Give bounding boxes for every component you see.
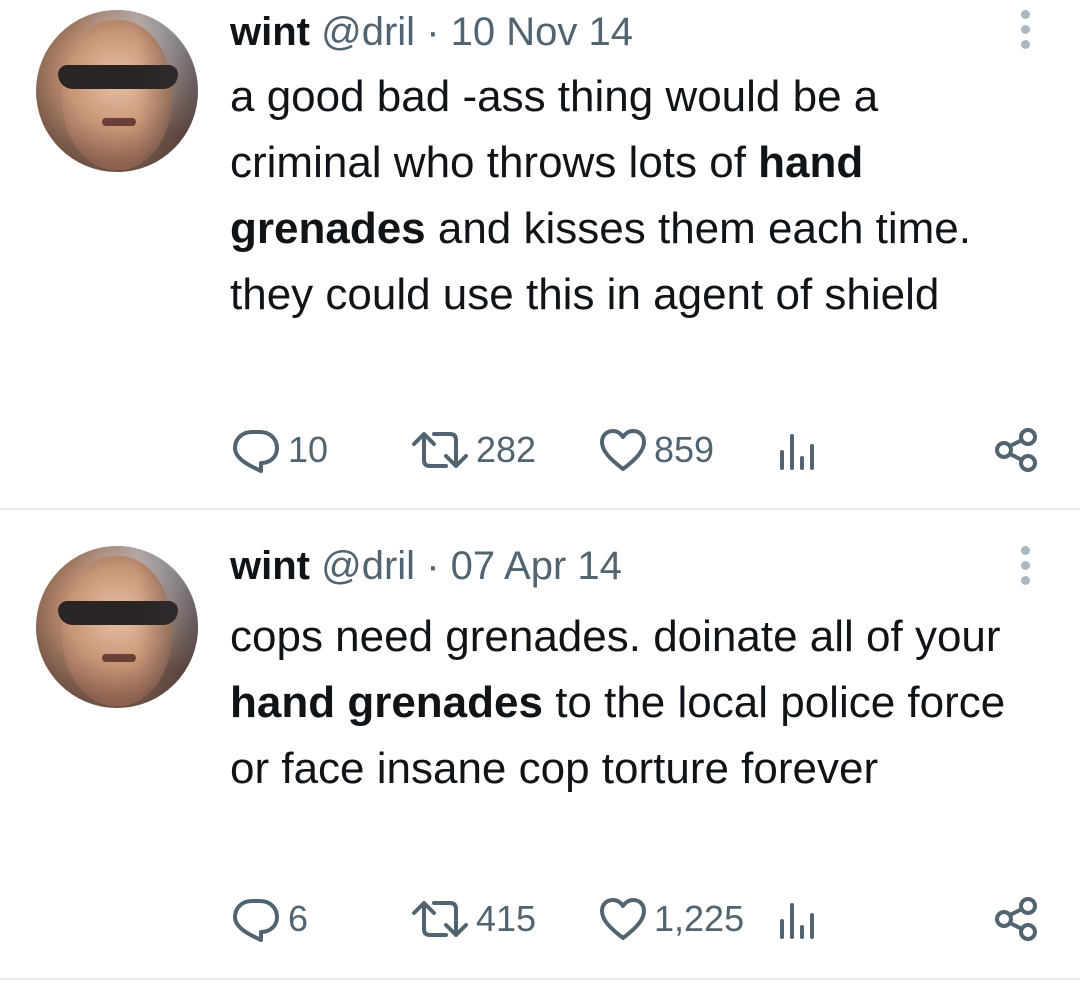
separator: · (426, 544, 440, 588)
tweet-actions: 10 282 859 (230, 425, 1040, 475)
tweet-header: wint @dril · 07 Apr 14 (230, 542, 622, 590)
share-button[interactable] (994, 425, 1040, 475)
retweet-button[interactable]: 282 (410, 425, 536, 475)
author-handle[interactable]: @dril (321, 10, 415, 54)
like-button[interactable]: 859 (598, 425, 714, 475)
like-button[interactable]: 1,225 (598, 894, 744, 944)
reply-count: 6 (288, 898, 309, 939)
heart-icon (600, 898, 646, 940)
tweet-text-segment: cops need grenades. doinate all of your (230, 612, 1001, 661)
tweet-text-bold: hand grenades (230, 678, 543, 727)
views-icon (780, 434, 814, 470)
tweet[interactable]: wint @dril · 07 Apr 14 cops need grenade… (0, 510, 1080, 980)
retweet-icon (412, 901, 468, 937)
tweet[interactable]: wint @dril · 10 Nov 14 a good bad -ass t… (0, 0, 1080, 510)
retweet-count: 415 (476, 898, 537, 939)
views-icon (780, 903, 814, 939)
author-handle[interactable]: @dril (321, 544, 415, 588)
views-button[interactable] (776, 894, 820, 944)
reply-icon (233, 899, 279, 942)
retweet-button[interactable]: 415 (410, 894, 536, 944)
views-button[interactable] (776, 425, 820, 475)
share-icon (995, 428, 1037, 472)
author-name[interactable]: wint (230, 10, 310, 54)
tweet-actions: 6 415 1,225 (230, 894, 1040, 944)
tweet-date[interactable]: 07 Apr 14 (451, 544, 622, 588)
share-button[interactable] (994, 894, 1040, 944)
separator: · (426, 10, 440, 54)
more-options-icon[interactable] (1018, 546, 1032, 590)
avatar[interactable] (36, 10, 198, 172)
reply-icon (233, 430, 279, 473)
avatar[interactable] (36, 546, 198, 708)
retweet-icon (412, 432, 468, 468)
tweet-header: wint @dril · 10 Nov 14 (230, 8, 633, 56)
like-count: 1,225 (654, 898, 745, 939)
reply-button[interactable]: 10 (230, 425, 328, 475)
tweet-text: a good bad -ass thing would be a crimina… (230, 64, 1040, 328)
tweet-date[interactable]: 10 Nov 14 (451, 10, 633, 54)
like-count: 859 (654, 429, 715, 470)
share-icon (995, 897, 1037, 941)
more-options-icon[interactable] (1018, 10, 1032, 54)
retweet-count: 282 (476, 429, 537, 470)
reply-button[interactable]: 6 (230, 894, 308, 944)
heart-icon (600, 429, 646, 471)
tweet-text: cops need grenades. doinate all of your … (230, 604, 1040, 802)
reply-count: 10 (288, 429, 329, 470)
author-name[interactable]: wint (230, 544, 310, 588)
